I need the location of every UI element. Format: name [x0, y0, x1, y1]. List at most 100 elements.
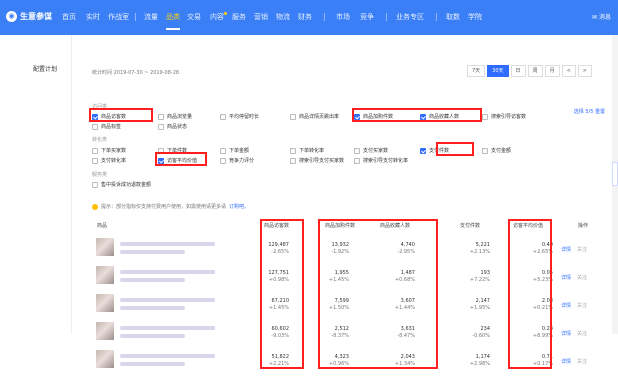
mail-icon: ✉ — [592, 14, 599, 21]
product-thumbnail[interactable] — [96, 238, 114, 256]
checkbox[interactable] — [290, 147, 296, 154]
checkbox[interactable] — [290, 113, 296, 120]
checkbox[interactable] — [158, 147, 164, 154]
product-thumbnail[interactable] — [96, 322, 114, 340]
nav-divider — [436, 13, 437, 21]
month-button[interactable]: 月 — [544, 65, 560, 77]
new-dot-icon — [224, 12, 227, 15]
metric-pageviews[interactable]: 商品浏览量 — [158, 113, 192, 120]
checkbox[interactable] — [354, 157, 360, 164]
nav-traffic[interactable]: 流量 — [144, 12, 158, 22]
product-thumbnail[interactable] — [96, 294, 114, 312]
metric-pay-items[interactable]: 支付件数 — [420, 147, 449, 154]
checkbox[interactable] — [158, 123, 164, 130]
range-7d-button[interactable]: 7天 — [466, 65, 486, 77]
subscribe-link[interactable]: 订购吧。 — [229, 203, 249, 210]
header-cart-count[interactable]: 商品加购件数 — [325, 222, 355, 229]
metric-status[interactable]: 商品状态 — [158, 123, 187, 130]
nav-realtime[interactable]: 实时 — [86, 12, 100, 22]
metric-search-pay-rate[interactable]: 搜索引导支付转化率 — [354, 157, 408, 164]
nav-business-zone[interactable]: 业务专区 — [396, 12, 424, 22]
nav-finance[interactable]: 财务 — [298, 12, 312, 22]
metric-visitors[interactable]: 商品访客数 — [92, 113, 126, 120]
next-button[interactable]: > — [577, 65, 592, 77]
detail-link[interactable]: 详情 — [561, 246, 571, 253]
checkbox[interactable] — [354, 113, 360, 120]
follow-button[interactable]: 关注 — [577, 358, 587, 365]
nav-competition[interactable]: 竞争 — [360, 12, 374, 22]
header-visitors[interactable]: 商品访客数 — [264, 222, 289, 229]
checkbox[interactable] — [482, 147, 488, 154]
metric-selection-count: 选择 5/5 重置 — [573, 109, 605, 115]
product-thumbnail[interactable] — [96, 266, 114, 284]
header-visitor-value[interactable]: 访客平均价值 — [513, 222, 543, 229]
reset-button[interactable]: 重置 — [595, 109, 605, 115]
header-favorites[interactable]: 商品收藏人数 — [380, 222, 410, 229]
nav-category[interactable]: 品类 — [166, 12, 180, 30]
nav-service[interactable]: 服务 — [232, 12, 246, 22]
checkbox[interactable] — [92, 123, 98, 130]
checkbox[interactable] — [220, 157, 226, 164]
metric-pay-rate[interactable]: 支付转化率 — [92, 157, 126, 164]
table-row: 129,487 -2.65% 13,932 -1.92% 4,740 -2.95% 5,22… — [80, 236, 612, 266]
metric-search-pay-buyers[interactable]: 搜索引导支付买家数 — [290, 157, 344, 164]
metric-pay-amount[interactable]: 支付金额 — [482, 147, 511, 154]
follow-button[interactable]: 关注 — [577, 302, 587, 309]
prev-button[interactable]: < — [561, 65, 576, 77]
metric-cart-count[interactable]: 商品加购件数 — [354, 113, 393, 120]
metric-order-rate[interactable]: 下单转化率 — [290, 147, 324, 154]
nav-marketing[interactable]: 营销 — [254, 12, 268, 22]
metric-pay-buyers[interactable]: 支付买家数 — [354, 147, 388, 154]
range-30d-button[interactable]: 30天 — [487, 65, 509, 77]
checkbox[interactable] — [220, 147, 226, 154]
detail-link[interactable]: 详情 — [561, 358, 571, 365]
scroll-tab[interactable] — [612, 162, 618, 186]
header-actions: 操作 — [578, 223, 589, 229]
metric-duration[interactable]: 平均停留时长 — [220, 113, 259, 120]
metric-favorites[interactable]: 商品收藏人数 — [420, 113, 459, 120]
checkbox[interactable] — [92, 181, 98, 188]
blurred-subtitle — [120, 250, 185, 254]
nav-content[interactable]: 内容 — [210, 12, 227, 22]
product-thumbnail[interactable] — [96, 350, 114, 368]
detail-link[interactable]: 详情 — [561, 274, 571, 281]
nav-trade[interactable]: 交易 — [187, 12, 201, 22]
metric-competition-score[interactable]: 竞争力评分 — [220, 157, 254, 164]
metric-order-amount[interactable]: 下单金额 — [220, 147, 249, 154]
checkbox[interactable] — [420, 147, 426, 154]
checkbox[interactable] — [290, 157, 296, 164]
nav-home[interactable]: 首页 — [62, 12, 76, 22]
checkbox[interactable] — [354, 147, 360, 154]
brand[interactable]: ◉ 生意参谋 — [6, 11, 52, 22]
checkbox[interactable] — [92, 147, 98, 154]
nav-logistics[interactable]: 物流 — [276, 12, 290, 22]
metric-order-buyers[interactable]: 下单买家数 — [92, 147, 126, 154]
week-button[interactable]: 周 — [527, 65, 543, 77]
nav-academy[interactable]: 学院 — [468, 12, 482, 22]
metric-tag[interactable]: 商品标签 — [92, 123, 121, 130]
metric-order-items[interactable]: 下单件数 — [158, 147, 187, 154]
checkbox[interactable] — [92, 157, 98, 164]
nav-market[interactable]: 市场 — [336, 12, 350, 22]
metric-search-visitors[interactable]: 搜索引导访客数 — [482, 113, 526, 120]
blurred-subtitle — [120, 306, 185, 310]
metric-refund[interactable]: 售中投诉成功退款金额 — [92, 181, 151, 188]
follow-button[interactable]: 关注 — [577, 274, 587, 281]
checkbox[interactable] — [158, 113, 164, 120]
checkbox[interactable] — [220, 113, 226, 120]
sidebar-item-plan[interactable]: 配置计划 — [33, 64, 57, 73]
checkbox[interactable] — [158, 157, 164, 164]
nav-war-room[interactable]: 作战室 — [108, 12, 129, 22]
nav-data-fetch[interactable]: 取数 — [446, 12, 460, 22]
brand-icon: ◉ — [6, 11, 17, 22]
message-center[interactable]: ✉ 消息 — [592, 12, 611, 21]
detail-link[interactable]: 详情 — [561, 302, 571, 309]
day-button[interactable]: 日 — [510, 65, 526, 77]
checkbox[interactable] — [420, 113, 426, 120]
follow-button[interactable]: 关注 — [577, 246, 587, 253]
metric-bounce[interactable]: 商品详情页跳出率 — [290, 113, 339, 120]
checkbox[interactable] — [482, 113, 488, 120]
header-pay-items[interactable]: 支付件数 — [460, 222, 480, 229]
metric-visitor-value[interactable]: 访客平均价值 — [158, 157, 197, 164]
checkbox[interactable] — [92, 113, 98, 120]
